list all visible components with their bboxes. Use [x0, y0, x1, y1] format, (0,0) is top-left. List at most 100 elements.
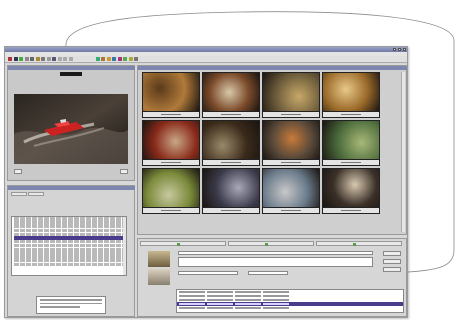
thumbnail-image: [203, 121, 259, 159]
clip-description-field[interactable]: [178, 257, 373, 267]
tab-log-1[interactable]: [11, 192, 27, 196]
thumbnail-caption: [323, 160, 379, 165]
thumbnail-caption: [263, 208, 319, 213]
list-item[interactable]: [14, 262, 124, 267]
thumbnail-image: [323, 73, 379, 111]
delete-button[interactable]: [383, 267, 401, 272]
grid-scrollbar[interactable]: [401, 72, 405, 232]
video-thumbnail[interactable]: [262, 120, 320, 166]
left-pane: [7, 65, 135, 317]
timecode-display: [60, 72, 82, 76]
thumbnail-image: [263, 73, 319, 111]
thumbnail-caption: [323, 112, 379, 117]
clip-tag-field[interactable]: [178, 271, 238, 275]
video-player-panel: [7, 65, 135, 181]
speedboat-image: [14, 94, 128, 164]
forward-button[interactable]: [120, 169, 128, 174]
video-thumbnail[interactable]: [202, 120, 260, 166]
clip-date-field[interactable]: [248, 271, 288, 275]
log-panel: [7, 185, 135, 317]
log-list[interactable]: [11, 216, 127, 276]
list-view-icon[interactable]: [101, 57, 105, 61]
video-thumbnail[interactable]: [262, 168, 320, 214]
pause-icon[interactable]: [24, 57, 29, 61]
copy-icon[interactable]: [46, 57, 51, 61]
rewind-button[interactable]: [14, 169, 22, 174]
thumbnail-caption: [263, 160, 319, 165]
log-title-bar: [8, 186, 135, 190]
thumbnail-image: [323, 169, 379, 207]
video-thumbnail[interactable]: [262, 72, 320, 118]
video-thumbnail[interactable]: [322, 120, 380, 166]
refresh-icon[interactable]: [123, 57, 127, 61]
import-icon[interactable]: [117, 57, 122, 61]
reset-button[interactable]: [383, 259, 401, 264]
save-icon[interactable]: [35, 57, 40, 61]
thumbnail-caption: [203, 160, 259, 165]
thumbnail-image: [143, 73, 199, 111]
thumbnail-caption: [203, 112, 259, 117]
log-scrollbar[interactable]: [123, 217, 126, 275]
list-item[interactable]: [14, 232, 124, 236]
table-row[interactable]: [177, 306, 403, 310]
export-icon[interactable]: [112, 57, 116, 61]
video-thumbnail[interactable]: [202, 168, 260, 214]
cut-icon[interactable]: [41, 57, 45, 61]
log-tabs: [11, 192, 44, 196]
thumbnail-caption: [143, 208, 199, 213]
stop-icon[interactable]: [30, 57, 34, 61]
video-thumbnail[interactable]: [142, 72, 200, 118]
minimize-icon[interactable]: [393, 48, 396, 51]
thumbnail-caption: [203, 208, 259, 213]
grid-view-icon[interactable]: [95, 57, 100, 61]
thumbnail-image: [203, 73, 259, 111]
detail-tabs: [140, 241, 402, 246]
clip-preview-1[interactable]: [148, 251, 170, 267]
undo-icon[interactable]: [57, 57, 62, 61]
clip-name-field[interactable]: [178, 251, 373, 255]
thumbnail-grid-panel: [137, 65, 407, 235]
paste-icon[interactable]: [52, 57, 56, 61]
clip-detail-panel: [137, 238, 407, 317]
toolbar: [5, 56, 407, 63]
thumbnail-grid: [142, 72, 380, 214]
notes-box[interactable]: [36, 296, 106, 314]
video-thumbnail[interactable]: [322, 72, 380, 118]
tab-detail-1[interactable]: [140, 241, 226, 246]
video-thumbnail[interactable]: [142, 120, 200, 166]
tab-detail-3[interactable]: [316, 241, 402, 246]
thumbnail-caption: [323, 208, 379, 213]
clip-table: [176, 289, 404, 313]
tag-icon[interactable]: [106, 57, 111, 61]
redo-icon[interactable]: [63, 57, 67, 61]
star-icon[interactable]: [128, 57, 133, 61]
close-icon[interactable]: [403, 48, 406, 51]
thumbnail-caption: [143, 112, 199, 117]
folder-icon[interactable]: [13, 57, 18, 61]
thumbnail-image: [263, 169, 319, 207]
thumbnail-image: [143, 121, 199, 159]
video-thumbnail[interactable]: [202, 72, 260, 118]
play-icon[interactable]: [19, 57, 23, 61]
thumbnail-image: [203, 169, 259, 207]
video-frame[interactable]: [14, 94, 128, 164]
apply-button[interactable]: [383, 251, 401, 256]
right-pane: [137, 65, 407, 317]
settings-icon[interactable]: [134, 57, 138, 61]
player-title-bar: [8, 66, 135, 70]
tab-log-2[interactable]: [28, 192, 44, 196]
tab-detail-2[interactable]: [228, 241, 314, 246]
thumbnail-image: [143, 169, 199, 207]
grid-title-bar: [138, 66, 407, 70]
application-window: [4, 46, 408, 318]
video-thumbnail[interactable]: [322, 168, 380, 214]
video-thumbnail[interactable]: [142, 168, 200, 214]
thumbnail-image: [263, 121, 319, 159]
maximize-icon[interactable]: [398, 48, 401, 51]
search-icon[interactable]: [68, 57, 73, 61]
clip-preview-2[interactable]: [148, 269, 170, 285]
thumbnail-caption: [143, 160, 199, 165]
thumbnail-caption: [263, 112, 319, 117]
thumbnail-image: [323, 121, 379, 159]
record-icon[interactable]: [8, 57, 12, 61]
